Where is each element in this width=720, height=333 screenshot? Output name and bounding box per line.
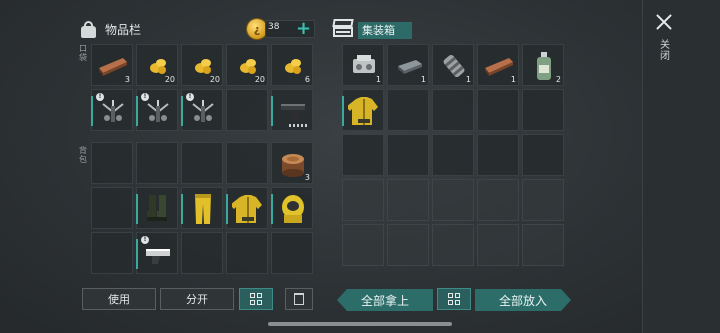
coin-icon: ¿ <box>247 19 267 39</box>
grid-icon <box>448 293 460 305</box>
item-count: 1 <box>375 75 381 84</box>
inventory-slot[interactable] <box>226 187 268 229</box>
inventory-slot[interactable]: 1 <box>342 44 384 86</box>
inventory-slot[interactable] <box>432 89 474 131</box>
inventory-slot[interactable] <box>226 89 268 131</box>
inventory-slot[interactable] <box>522 179 564 221</box>
inventory-slot[interactable]: 20 <box>226 44 268 86</box>
trash-icon <box>294 293 304 305</box>
pants-icon <box>186 192 220 226</box>
inventory-slot[interactable] <box>477 134 519 176</box>
item-count: 1 <box>510 75 516 84</box>
inventory-slot[interactable]: 3 <box>271 142 313 184</box>
inventory-slot[interactable] <box>271 89 313 131</box>
durability-badge-icon: ! <box>96 93 104 101</box>
inventory-slot[interactable] <box>136 142 178 184</box>
durability-badge-icon: ! <box>141 93 149 101</box>
inventory-slot[interactable] <box>271 187 313 229</box>
inventory-slot[interactable] <box>477 179 519 221</box>
grid-icon <box>250 293 262 305</box>
inventory-slot[interactable]: 20 <box>181 44 223 86</box>
inventory-slot[interactable] <box>181 187 223 229</box>
home-indicator <box>268 322 452 326</box>
item-count: 20 <box>164 75 175 84</box>
inventory-slot[interactable]: 2 <box>522 44 564 86</box>
inventory-slot[interactable] <box>342 224 384 266</box>
inventory-slot[interactable] <box>522 89 564 131</box>
inventory-slot[interactable] <box>181 232 223 274</box>
inventory-slot[interactable] <box>91 187 133 229</box>
backpack-icon <box>80 20 97 38</box>
inventory-slot[interactable] <box>342 89 384 131</box>
add-coins-button[interactable]: + <box>296 18 311 39</box>
inventory-slot[interactable] <box>387 134 429 176</box>
right-panel <box>642 0 720 333</box>
inventory-slot[interactable] <box>432 224 474 266</box>
item-count: 1 <box>420 75 426 84</box>
inventory-slot[interactable]: 1 <box>387 44 429 86</box>
crate-icon <box>332 17 354 39</box>
inventory-slot[interactable] <box>91 142 133 184</box>
inventory-slot[interactable] <box>226 142 268 184</box>
container-title: 集装箱 <box>358 22 412 39</box>
inventory-slot[interactable] <box>136 187 178 229</box>
inventory-slot[interactable] <box>477 224 519 266</box>
split-button[interactable]: 分开 <box>160 288 234 310</box>
item-count: 3 <box>124 75 130 84</box>
inventory-slot[interactable] <box>226 232 268 274</box>
use-button[interactable]: 使用 <box>82 288 156 310</box>
inventory-slot[interactable]: ! <box>181 89 223 131</box>
jacket-icon <box>231 192 265 226</box>
inventory-slot[interactable]: 1 <box>432 44 474 86</box>
inventory-slot[interactable] <box>522 224 564 266</box>
inventory-title: 物品栏 <box>105 22 142 37</box>
inventory-slot[interactable]: ! <box>136 232 178 274</box>
inventory-slot[interactable] <box>387 224 429 266</box>
coin-value: 38 <box>268 22 280 32</box>
jacket-pack-icon <box>347 94 381 128</box>
inventory-slot[interactable] <box>387 89 429 131</box>
item-count: 2 <box>555 75 561 84</box>
item-count: 6 <box>304 75 310 84</box>
item-count: 20 <box>209 75 220 84</box>
boots-icon <box>141 192 175 226</box>
item-count: 1 <box>465 75 471 84</box>
inventory-slot[interactable]: ! <box>136 89 178 131</box>
inventory-slot[interactable] <box>91 232 133 274</box>
inventory-slot[interactable] <box>181 142 223 184</box>
sort-inventory-button[interactable] <box>239 288 273 310</box>
discard-button[interactable] <box>285 288 313 310</box>
durability-badge-icon: ! <box>141 236 149 244</box>
pistol-icon <box>276 94 310 128</box>
inventory-slot[interactable] <box>342 134 384 176</box>
inventory-slot[interactable] <box>522 134 564 176</box>
inventory-header: 物品栏 <box>80 18 141 40</box>
hazmat-hood-icon <box>276 192 310 226</box>
inventory-slot[interactable] <box>432 179 474 221</box>
inventory-slot[interactable] <box>432 134 474 176</box>
put-all-button[interactable]: 全部放入 <box>475 289 571 311</box>
take-all-button[interactable]: 全部拿上 <box>337 289 433 311</box>
sort-container-button[interactable] <box>437 288 471 310</box>
inventory-slot[interactable]: 3 <box>91 44 133 86</box>
item-count: 3 <box>304 173 310 182</box>
ammo-indicator <box>289 124 309 127</box>
inventory-slot[interactable]: 6 <box>271 44 313 86</box>
inventory-slot[interactable] <box>271 232 313 274</box>
durability-badge-icon: ! <box>186 93 194 101</box>
inventory-slot[interactable]: 20 <box>136 44 178 86</box>
close-label[interactable]: 关闭 <box>659 40 671 62</box>
inventory-slot[interactable] <box>477 89 519 131</box>
backpack-label: 背包 <box>79 146 87 164</box>
inventory-slot[interactable] <box>342 179 384 221</box>
inventory-slot[interactable]: ! <box>91 89 133 131</box>
close-icon[interactable] <box>652 10 676 34</box>
inventory-slot[interactable] <box>387 179 429 221</box>
inventory-slot[interactable]: 1 <box>477 44 519 86</box>
quick-slot-label: 口袋 <box>79 44 87 62</box>
item-count: 20 <box>254 75 265 84</box>
